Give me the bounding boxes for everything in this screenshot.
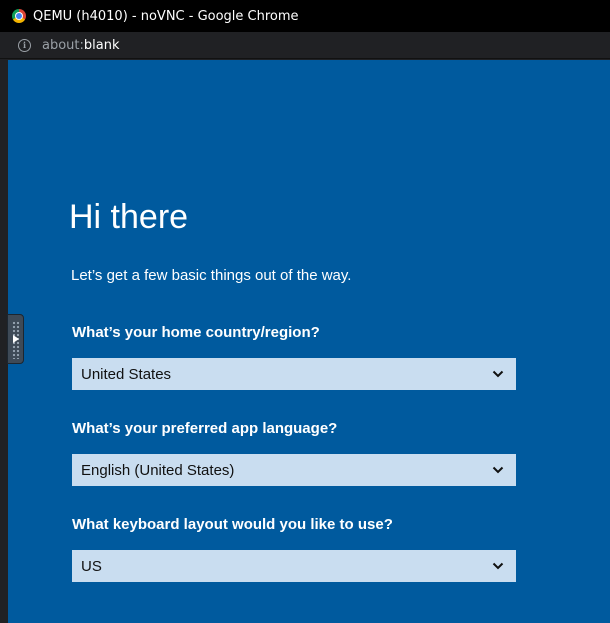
vnc-screen[interactable]: Hi there Let’s get a few basic things ou… xyxy=(8,60,610,623)
keyboard-select-value: US xyxy=(81,557,102,575)
chevron-down-icon xyxy=(492,466,504,474)
language-question-label: What’s your preferred app language? xyxy=(72,420,338,437)
keyboard-question-label: What keyboard layout would you like to u… xyxy=(72,516,393,533)
chrome-logo-icon xyxy=(12,9,26,23)
window-title: QEMU (h4010) - noVNC - Google Chrome xyxy=(33,8,299,24)
page-subtitle: Let’s get a few basic things out of the … xyxy=(71,267,352,284)
url-scheme: about: xyxy=(42,37,84,53)
country-question-label: What’s your home country/region? xyxy=(72,324,320,341)
language-select-value: English (United States) xyxy=(81,461,235,479)
page-title: Hi there xyxy=(69,198,189,236)
chevron-down-icon xyxy=(492,562,504,570)
browser-titlebar: QEMU (h4010) - noVNC - Google Chrome xyxy=(0,0,610,32)
keyboard-select[interactable]: US xyxy=(72,550,516,582)
url-host: blank xyxy=(83,37,120,53)
country-select-value: United States xyxy=(81,365,172,383)
address-bar[interactable]: i about: blank xyxy=(0,32,610,59)
novnc-control-bar-handle[interactable] xyxy=(7,314,24,364)
language-select[interactable]: English (United States) xyxy=(72,454,516,486)
country-select[interactable]: United States xyxy=(72,358,516,390)
info-icon[interactable]: i xyxy=(18,38,31,52)
expand-arrow-icon xyxy=(13,335,19,343)
chevron-down-icon xyxy=(492,370,504,378)
